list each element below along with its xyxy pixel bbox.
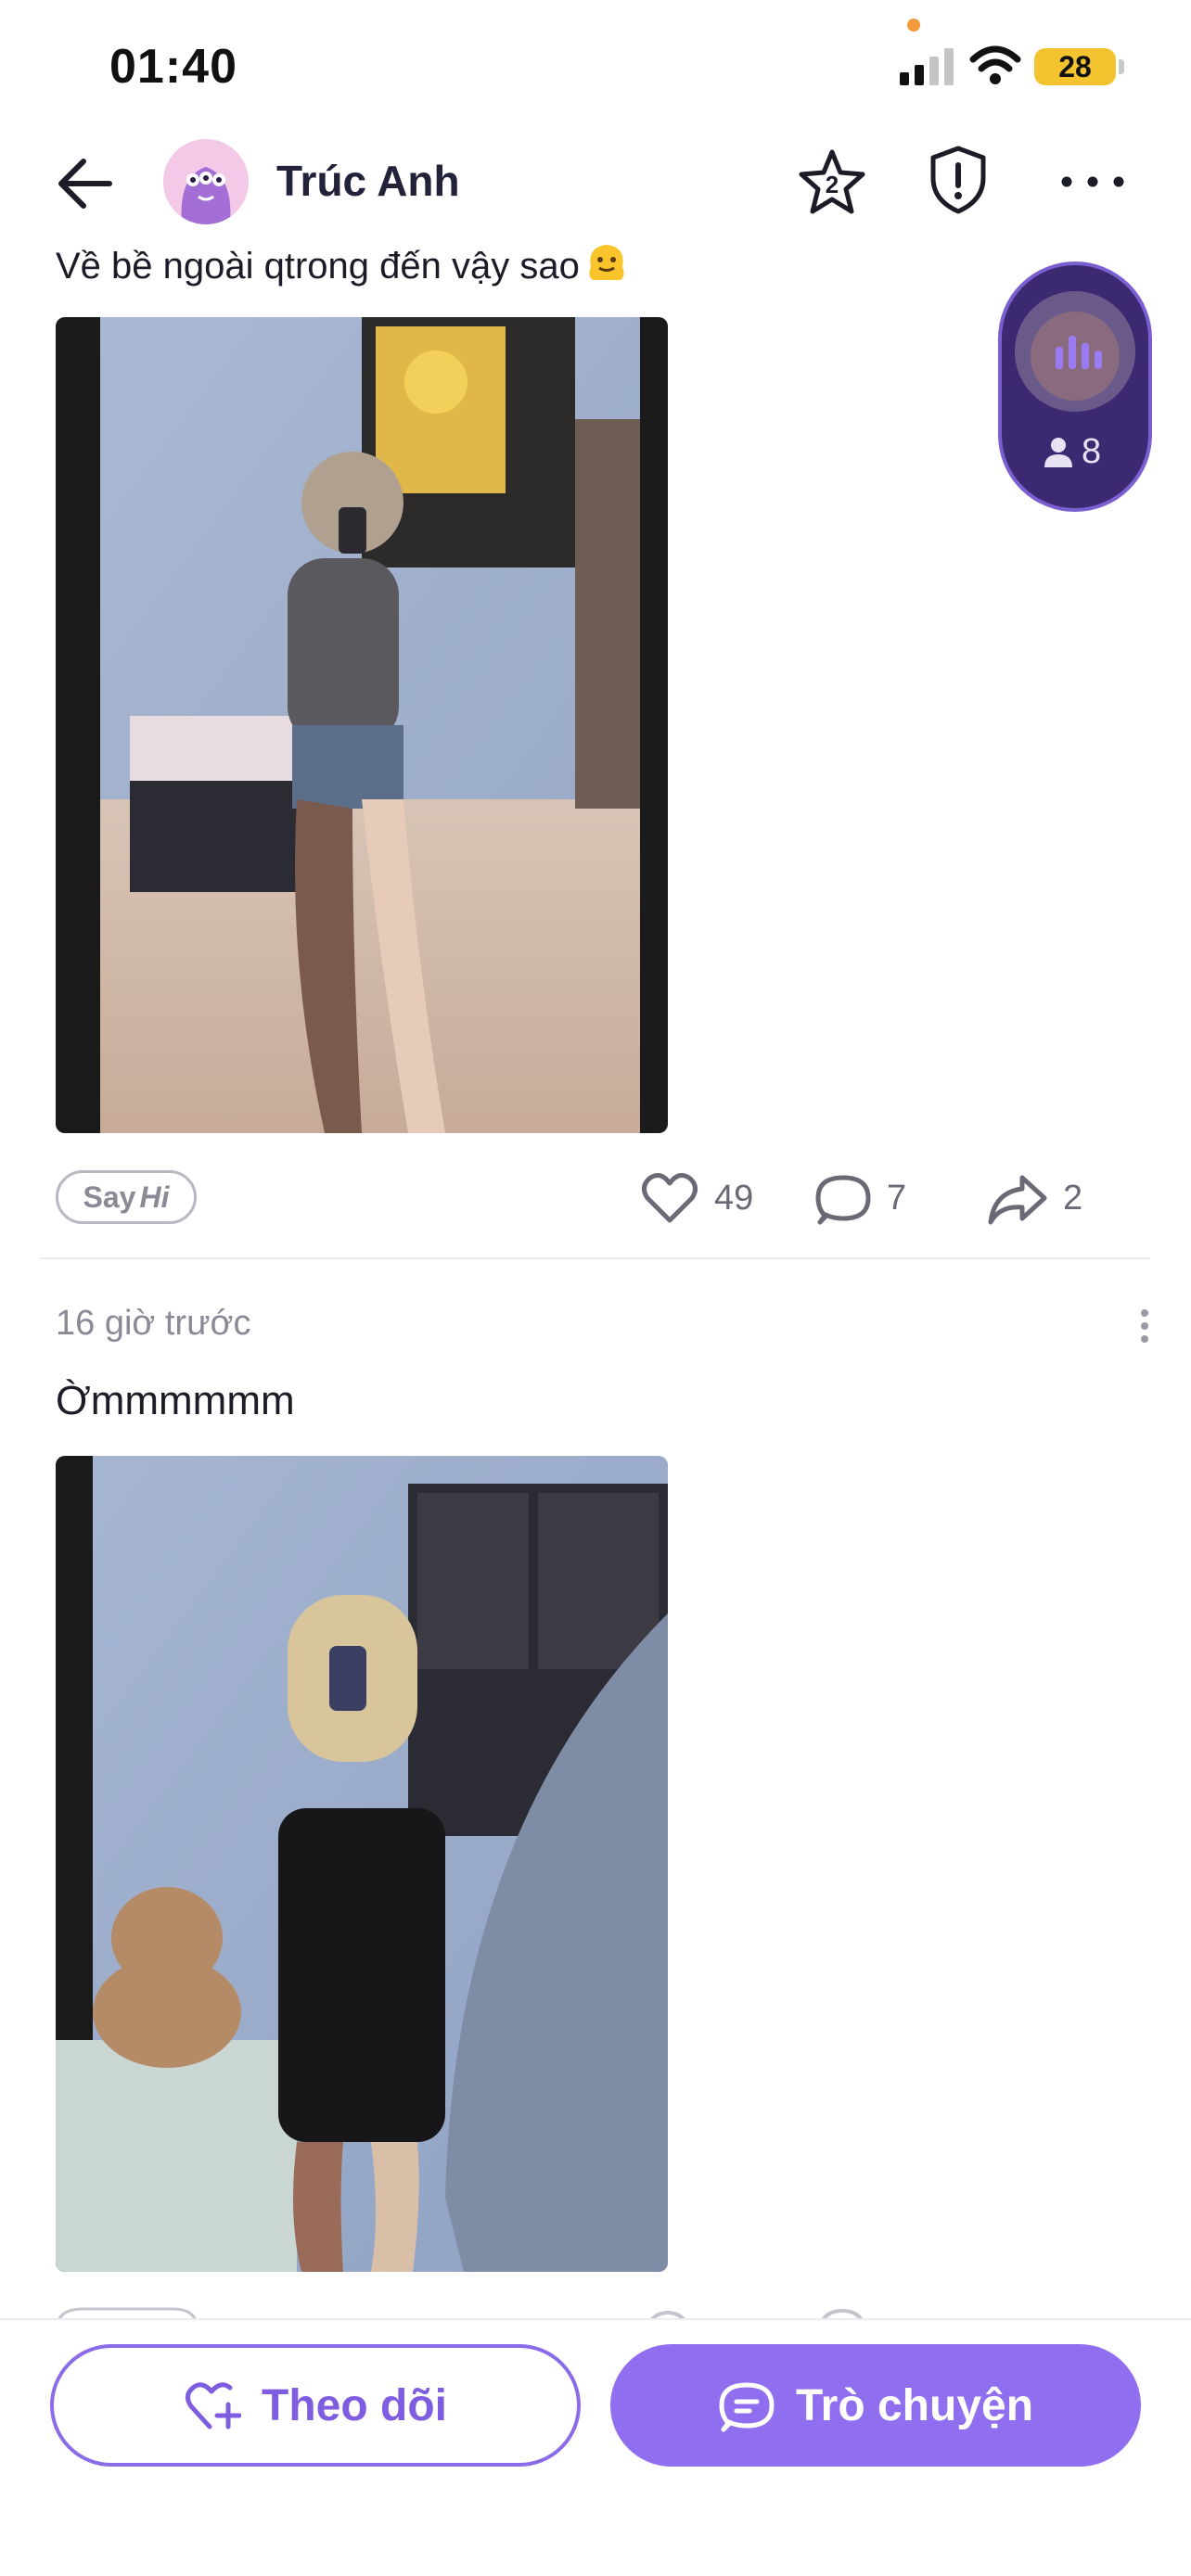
post-photo[interactable] bbox=[56, 1456, 668, 2272]
live-room-bubble[interactable]: 8 bbox=[998, 261, 1152, 512]
share-arrow-icon bbox=[988, 1175, 1047, 1225]
user-name[interactable]: Trúc Anh bbox=[276, 156, 460, 206]
listener-count-value: 8 bbox=[1082, 432, 1102, 471]
follow-label: Theo dõi bbox=[262, 2380, 447, 2430]
post-caption: Ờmmmmmm bbox=[56, 1378, 295, 1423]
say-hi-button[interactable]: Say Hi bbox=[56, 1170, 197, 1224]
post-photo[interactable] bbox=[56, 317, 668, 1133]
shield-alert-icon[interactable] bbox=[926, 143, 991, 217]
battery-cap bbox=[1119, 59, 1124, 74]
avatar[interactable] bbox=[163, 139, 249, 224]
post-divider bbox=[39, 1257, 1150, 1259]
comment-button[interactable]: 7 bbox=[814, 1168, 906, 1228]
back-arrow-icon[interactable] bbox=[52, 150, 119, 217]
say-hi-hi: Hi bbox=[139, 1180, 170, 1214]
star-icon[interactable]: 2 bbox=[796, 147, 868, 219]
like-count: 49 bbox=[714, 1178, 754, 1218]
comment-bubble-icon bbox=[815, 1175, 871, 1225]
status-bar: 01:40 28 bbox=[0, 0, 1191, 130]
post-caption: Về bề ngoài qtrong đến vậy sao bbox=[56, 239, 630, 287]
wifi-icon bbox=[969, 45, 1021, 84]
more-icon[interactable] bbox=[1057, 161, 1128, 202]
room-avatar bbox=[1015, 291, 1135, 412]
signal-icon bbox=[900, 48, 954, 85]
battery-icon: 28 bbox=[1034, 48, 1116, 85]
chat-label: Trò chuyện bbox=[795, 2380, 1034, 2430]
profile-header: Trúc Anh 2 bbox=[0, 130, 1191, 241]
follow-button[interactable]: Theo dõi bbox=[50, 2344, 581, 2467]
chat-button[interactable]: Trò chuyện bbox=[610, 2344, 1141, 2467]
share-button[interactable]: 2 bbox=[987, 1168, 1082, 1228]
comment-count: 7 bbox=[887, 1178, 907, 1218]
heart-plus-icon bbox=[186, 2382, 242, 2429]
star-badge: 2 bbox=[826, 171, 839, 198]
post-timestamp: 16 giờ trước bbox=[56, 1304, 251, 1343]
post-caption-text: Về bề ngoài qtrong đến vậy sao bbox=[56, 246, 580, 287]
room-listener-count: 8 bbox=[1043, 432, 1101, 472]
bottom-action-bar: Theo dõi Trò chuyện bbox=[0, 2318, 1191, 2576]
mic-indicator-dot bbox=[907, 19, 920, 32]
chat-bubble-icon bbox=[719, 2382, 775, 2432]
melting-face-emoji-icon bbox=[589, 245, 624, 280]
status-time: 01:40 bbox=[109, 40, 237, 94]
post-more-icon[interactable] bbox=[1133, 1306, 1156, 1346]
like-button[interactable]: 49 bbox=[640, 1168, 753, 1228]
share-count: 2 bbox=[1063, 1178, 1083, 1218]
heart-icon bbox=[642, 1172, 698, 1223]
say-hi-label: Say bbox=[83, 1180, 136, 1214]
person-icon bbox=[1044, 437, 1072, 467]
